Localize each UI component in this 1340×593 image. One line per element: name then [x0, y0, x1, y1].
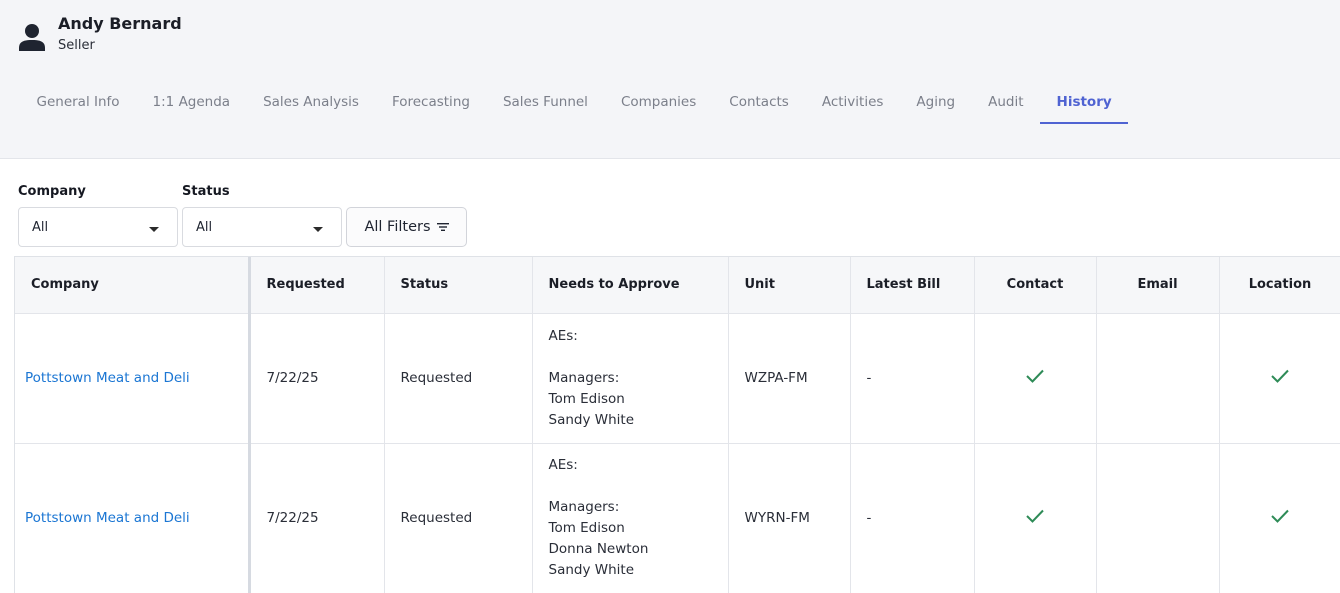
tab-aging[interactable]: Aging [900, 86, 972, 124]
manager-name: Tom Edison [548, 520, 625, 536]
column-header-contact[interactable]: Contact [974, 257, 1097, 314]
managers-label: Managers: [548, 369, 620, 386]
spacer-line [549, 476, 712, 497]
all-filters-label: All Filters [364, 219, 431, 235]
filter-lines-icon [436, 223, 449, 231]
tab-bar: General Info 1:1 Agenda Sales Analysis F… [20, 86, 1129, 124]
tab-contacts[interactable]: Contacts [713, 86, 806, 124]
column-header-requested[interactable]: Requested [249, 257, 385, 314]
table-row[interactable]: Pottstown Meat and Deli 7/22/25 Requeste… [15, 443, 1340, 593]
user-role: Seller [58, 38, 95, 53]
tab-sales-funnel[interactable]: Sales Funnel [486, 86, 604, 124]
status-cell: Requested [384, 443, 533, 593]
spacer-line [549, 347, 712, 368]
company-link[interactable]: Pottstown Meat and Deli [25, 510, 190, 526]
status-filter-select[interactable]: All [182, 207, 342, 247]
column-header-unit[interactable]: Unit [728, 257, 851, 314]
user-summary: Andy Bernard Seller [18, 14, 182, 58]
unit-cell: WYRN-FM [728, 443, 851, 593]
manager-name: Sandy White [548, 411, 635, 428]
company-filter-label: Company [18, 184, 86, 199]
history-table-container[interactable]: Company Requested Status Needs to Approv… [14, 256, 1340, 593]
email-cell [1096, 313, 1220, 444]
managers-label: Managers: [548, 499, 620, 515]
column-header-company[interactable]: Company [15, 257, 251, 314]
caret-down-icon [149, 227, 159, 232]
requested-cell: 7/22/25 [249, 443, 385, 593]
tab-companies[interactable]: Companies [604, 86, 712, 124]
email-cell [1096, 443, 1220, 593]
tab-activities[interactable]: Activities [805, 86, 900, 124]
company-link[interactable]: Pottstown Meat and Deli [25, 370, 190, 386]
all-filters-button[interactable]: All Filters [346, 207, 467, 247]
column-header-location[interactable]: Location [1219, 257, 1340, 314]
tab-history[interactable]: History [1040, 86, 1129, 124]
company-filter-value: All [32, 220, 49, 235]
manager-name: Sandy White [548, 562, 635, 578]
needs-to-approve-cell: AEs: Managers: Tom Edison Donna Newton S… [532, 443, 729, 593]
filter-bar: Company All Status All All Filters [18, 184, 467, 247]
column-header-status[interactable]: Status [384, 257, 533, 314]
location-cell [1219, 313, 1340, 444]
history-table: Company Requested Status Needs to Approv… [15, 257, 1340, 593]
tab-general-info[interactable]: General Info [20, 86, 136, 124]
column-header-email[interactable]: Email [1096, 257, 1220, 314]
page-header: Andy Bernard Seller General Info 1:1 Age… [0, 0, 1340, 159]
tab-sales-analysis[interactable]: Sales Analysis [247, 86, 376, 124]
company-filter-select[interactable]: All [18, 207, 178, 247]
tab-forecasting[interactable]: Forecasting [375, 86, 486, 124]
checkmark-icon [1271, 369, 1289, 383]
latest-bill-cell: - [850, 313, 975, 444]
checkmark-icon [1026, 369, 1044, 383]
needs-to-approve-cell: AEs: Managers: Tom Edison Sandy White [532, 313, 729, 444]
latest-bill-cell: - [850, 443, 975, 593]
manager-name: Tom Edison [548, 390, 625, 407]
contact-cell [974, 313, 1097, 444]
aes-label: AEs: [548, 327, 578, 344]
tab-audit[interactable]: Audit [972, 86, 1040, 124]
status-cell: Requested [384, 313, 533, 444]
checkmark-icon [1271, 509, 1289, 523]
caret-down-icon [313, 227, 323, 232]
tab-one-on-one-agenda[interactable]: 1:1 Agenda [136, 86, 247, 124]
checkmark-icon [1026, 509, 1044, 523]
table-row[interactable]: Pottstown Meat and Deli 7/22/25 Requeste… [15, 313, 1340, 444]
contact-cell [974, 443, 1097, 593]
location-cell [1219, 443, 1340, 593]
user-name: Andy Bernard [58, 14, 182, 33]
unit-cell: WZPA-FM [728, 313, 851, 444]
manager-name: Donna Newton [548, 541, 649, 557]
status-filter-label: Status [182, 184, 230, 199]
table-header-row: Company Requested Status Needs to Approv… [15, 257, 1340, 314]
column-header-latest-bill[interactable]: Latest Bill [850, 257, 975, 314]
aes-label: AEs: [548, 457, 578, 473]
column-header-needs-to-approve[interactable]: Needs to Approve [532, 257, 729, 314]
requested-cell: 7/22/25 [249, 313, 385, 444]
person-icon [19, 24, 45, 51]
status-filter-value: All [196, 220, 213, 235]
